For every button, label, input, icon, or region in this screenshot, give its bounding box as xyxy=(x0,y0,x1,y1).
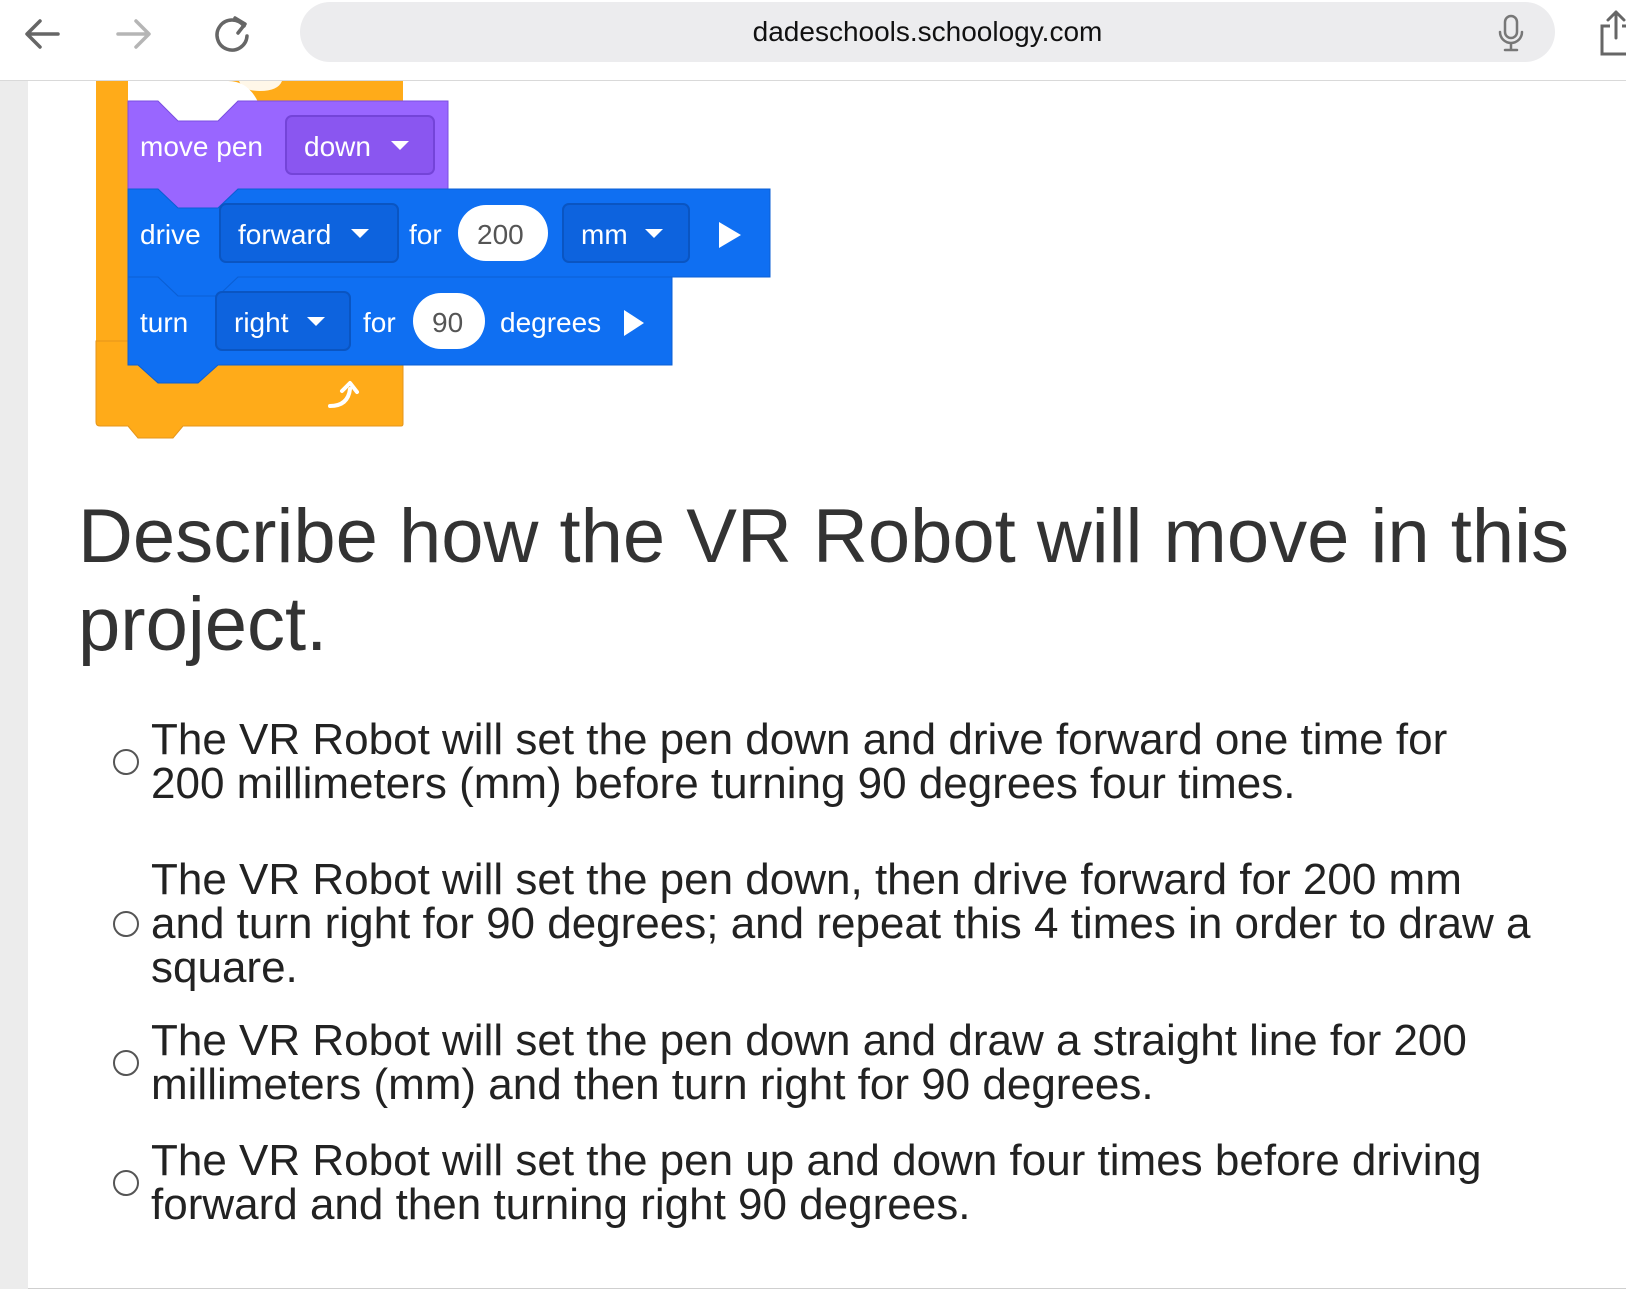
turn-angle-value: 90 xyxy=(432,307,463,338)
browser-toolbar: dadeschools.schoology.com xyxy=(0,0,1626,81)
forward-arrow-icon[interactable] xyxy=(112,12,156,56)
radio-button[interactable] xyxy=(113,1050,139,1076)
url-text: dadeschools.schoology.com xyxy=(752,16,1103,47)
back-arrow-icon[interactable] xyxy=(20,12,64,56)
pen-dropdown-value: down xyxy=(304,131,371,162)
answer-option-2[interactable]: The VR Robot will set the pen down, then… xyxy=(113,858,1593,990)
answer-text: The VR Robot will set the pen down and d… xyxy=(151,715,1448,808)
answer-option-4[interactable]: The VR Robot will set the pen up and dow… xyxy=(113,1139,1593,1227)
turn-block-label: turn xyxy=(140,307,188,338)
answer-text: The VR Robot will set the pen down, then… xyxy=(151,855,1531,992)
drive-direction-value: forward xyxy=(238,219,331,250)
turn-unit-label: degrees xyxy=(500,307,601,338)
share-icon[interactable] xyxy=(1598,8,1626,58)
question-text: Describe how the VR Robot will move in t… xyxy=(78,494,1570,667)
drive-block-label: drive xyxy=(140,219,201,250)
radio-button[interactable] xyxy=(113,749,139,775)
microphone-icon[interactable] xyxy=(1497,14,1525,52)
pen-block-label: move pen xyxy=(140,131,263,162)
answer-text: The VR Robot will set the pen down and d… xyxy=(151,1016,1467,1109)
turn-direction-value: right xyxy=(234,307,289,338)
left-page-edge xyxy=(0,81,28,1289)
drive-distance-value: 200 xyxy=(477,219,524,250)
reload-icon[interactable] xyxy=(210,12,254,56)
turn-for-label: for xyxy=(363,307,396,338)
answer-option-3[interactable]: The VR Robot will set the pen down and d… xyxy=(113,1019,1593,1107)
answer-option-1[interactable]: The VR Robot will set the pen down and d… xyxy=(113,696,1593,828)
answer-text: The VR Robot will set the pen up and dow… xyxy=(151,1136,1482,1229)
code-blocks-image: move pen down drive forward for 200 mm t… xyxy=(95,81,771,439)
drive-for-label: for xyxy=(409,219,442,250)
page-content: move pen down drive forward for 200 mm t… xyxy=(28,81,1626,1289)
radio-button[interactable] xyxy=(113,911,139,937)
address-bar[interactable]: dadeschools.schoology.com xyxy=(300,2,1555,62)
drive-unit-value: mm xyxy=(581,219,628,250)
radio-button[interactable] xyxy=(113,1170,139,1196)
